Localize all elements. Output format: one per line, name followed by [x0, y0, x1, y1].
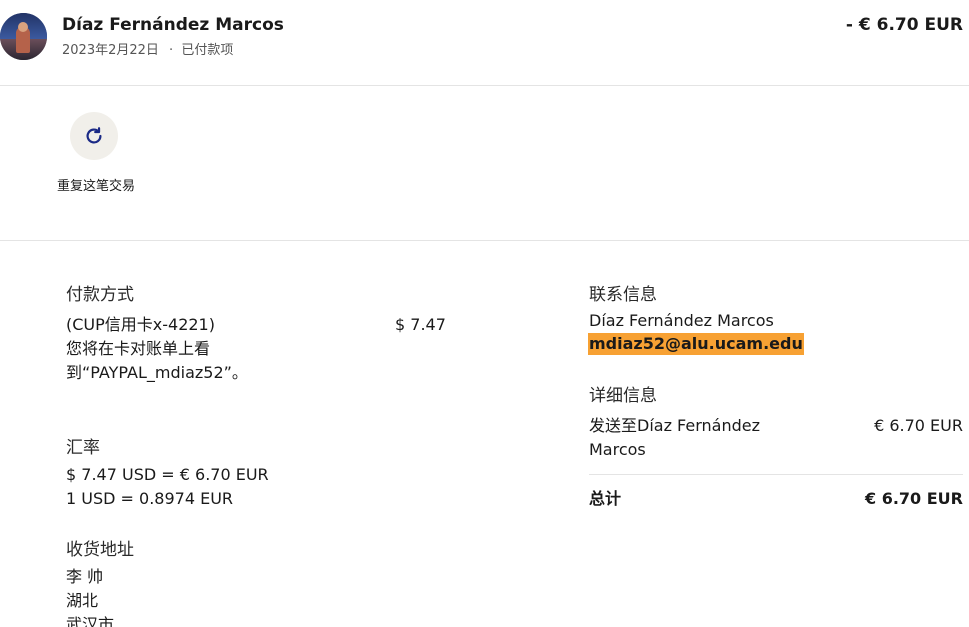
- contact-email-link[interactable]: mdiaz52@alu.ucam.edu: [588, 333, 804, 355]
- separator-dot: ·: [169, 43, 174, 58]
- payment-method-title: 付款方式: [66, 285, 134, 305]
- avatar: [0, 13, 47, 60]
- transaction-header: Díaz Fernández Marcos 2023年2月22日 · 已付款项 …: [0, 0, 969, 86]
- transaction-status: 已付款项: [181, 43, 234, 58]
- exchange-rate-details: $ 7.47 USD = € 6.70 EUR 1 USD = 0.8974 E…: [66, 463, 269, 511]
- shipping-province: 湖北: [66, 591, 99, 610]
- details-amount: € 6.70 EUR: [874, 416, 963, 435]
- payment-statement-note: 您将在卡对账单上看到“PAYPAL_mdiaz52”。: [66, 339, 248, 382]
- total-label: 总计: [589, 489, 622, 508]
- counterparty-name: Díaz Fernández Marcos: [62, 15, 284, 35]
- exchange-rate-title: 汇率: [66, 438, 100, 458]
- shipping-address-title: 收货地址: [66, 540, 134, 560]
- contact-info-title: 联系信息: [589, 285, 657, 305]
- details-divider: [589, 474, 963, 475]
- shipping-city: 武汉市: [66, 615, 115, 627]
- details-title: 详细信息: [589, 386, 657, 406]
- contact-name: Díaz Fernández Marcos: [589, 311, 774, 330]
- transaction-subline: 2023年2月22日 · 已付款项: [62, 39, 233, 58]
- actions-section: 重复这笔交易: [0, 87, 969, 241]
- repeat-transaction-button[interactable]: [70, 112, 118, 160]
- payment-amount: $ 7.47: [395, 315, 446, 334]
- exchange-conversion: $ 7.47 USD = € 6.70 EUR: [66, 465, 269, 484]
- shipping-recipient: 李 帅: [66, 567, 104, 586]
- transaction-amount: - € 6.70 EUR: [845, 15, 963, 35]
- total-amount: € 6.70 EUR: [865, 489, 963, 508]
- payment-method-details: (CUP信用卡x-4221) 您将在卡对账单上看到“PAYPAL_mdiaz52…: [66, 313, 266, 385]
- details-sent-to: 发送至Díaz Fernández Marcos: [589, 416, 761, 459]
- repeat-transaction-label[interactable]: 重复这笔交易: [56, 177, 136, 197]
- exchange-rate: 1 USD = 0.8974 EUR: [66, 489, 234, 508]
- transaction-date: 2023年2月22日: [62, 43, 159, 58]
- shipping-address: 李 帅 湖北 武汉市: [66, 565, 114, 627]
- refresh-icon: [83, 125, 105, 147]
- payment-card: (CUP信用卡x-4221): [66, 315, 215, 334]
